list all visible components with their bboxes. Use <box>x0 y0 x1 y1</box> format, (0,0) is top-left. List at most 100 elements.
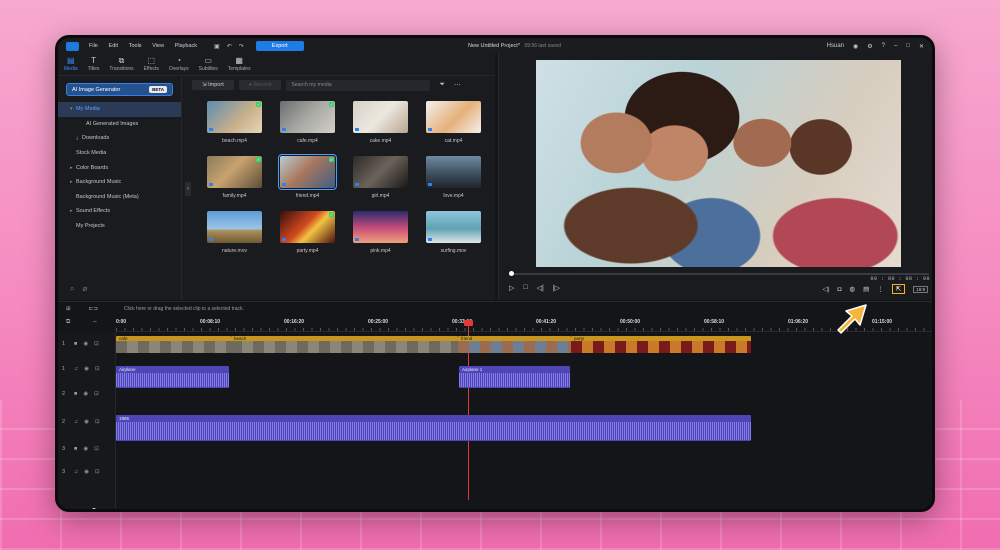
video-clip-party[interactable]: party <box>571 336 751 353</box>
menu-view[interactable]: View <box>152 43 164 49</box>
media-thumbnail[interactable]: ✓ <box>280 101 335 133</box>
media-item[interactable]: pink.mp4 <box>344 211 417 257</box>
track-manager-icon[interactable]: ⧉ <box>66 319 70 326</box>
video-track-icon[interactable]: ■ <box>74 391 77 397</box>
audio-track-icon[interactable]: ♫ <box>74 469 78 475</box>
media-item[interactable]: cake.mp4 <box>344 101 417 147</box>
preview-video-frame[interactable] <box>536 60 901 267</box>
tab-titles[interactable]: T Titles <box>88 56 100 75</box>
aspect-ratio-button[interactable]: 16:9 <box>913 285 928 293</box>
media-thumbnail[interactable]: ✓ <box>207 156 262 188</box>
video-clip-cafe[interactable]: cafe <box>116 336 231 353</box>
video-clip-friend[interactable]: friend <box>458 336 571 353</box>
redo-icon[interactable]: ↷ <box>239 43 244 50</box>
audio-clip-1985[interactable]: 1985 <box>116 415 751 441</box>
visibility-icon[interactable]: ◉ <box>83 391 88 397</box>
split-icon[interactable]: ⊏⊐ <box>89 306 98 312</box>
media-item[interactable]: cat.mp4 <box>417 101 490 147</box>
minimize-icon[interactable]: – <box>894 43 897 49</box>
preview-scrubber[interactable] <box>509 273 929 275</box>
ai-image-generator-button[interactable]: AI Image Generator BETA <box>66 83 173 96</box>
media-item[interactable]: girl.mp4 <box>344 156 417 202</box>
tab-media[interactable]: ▤ Media <box>64 56 78 75</box>
close-icon[interactable]: ✕ <box>919 43 924 50</box>
lock-icon[interactable]: ⊡ <box>95 366 100 372</box>
maximize-icon[interactable]: □ <box>906 43 910 49</box>
media-thumbnail[interactable] <box>353 101 408 133</box>
sidebar-item-downloads[interactable]: ⤓ Downloads <box>58 131 181 146</box>
stop-icon[interactable]: □ <box>523 284 527 292</box>
scrubber-handle[interactable] <box>509 271 514 276</box>
sidebar-item-background-music[interactable]: ▸ Background Music <box>58 175 181 190</box>
dock-icon[interactable]: ⋮ <box>877 285 884 293</box>
timeline-vertical-scrollbar[interactable] <box>932 344 935 464</box>
tab-transitions[interactable]: ⧉ Transitions <box>109 56 133 75</box>
link-icon[interactable]: ⌀ <box>82 284 87 294</box>
media-item[interactable]: ✓ beach.mp4 <box>198 101 271 147</box>
sidebar-item-ai-generated-images[interactable]: AI Generated Images <box>58 117 181 132</box>
menu-playback[interactable]: Playback <box>175 43 197 49</box>
timeline-zoom-slider[interactable] <box>64 509 114 511</box>
lock-icon[interactable]: ⊡ <box>94 446 99 452</box>
undock-preview-icon[interactable]: ⇱ <box>891 284 906 294</box>
tab-subtitles[interactable]: ▭ Subtitles <box>199 56 218 75</box>
filter-icon[interactable]: ⏷ <box>439 81 445 89</box>
import-button[interactable]: ⇲ Import <box>192 80 234 90</box>
visibility-icon[interactable]: ◉ <box>84 366 89 372</box>
media-thumbnail[interactable] <box>426 211 481 243</box>
quality-icon[interactable]: ◍ <box>849 285 855 293</box>
menu-edit[interactable]: Edit <box>109 43 118 49</box>
lock-icon[interactable]: ⊡ <box>94 341 99 347</box>
audio-clip-airplane[interactable]: Airplane <box>116 366 229 388</box>
previous-frame-icon[interactable]: ◁| <box>537 284 544 292</box>
audio-clip-airplane-1[interactable]: Airplane 1 <box>459 366 570 388</box>
tab-templates[interactable]: ▦ Templates <box>228 56 251 75</box>
tab-overlays[interactable]: ◔ Overlays <box>169 56 189 75</box>
media-thumbnail[interactable]: ✓ <box>207 101 262 133</box>
more-options-icon[interactable]: ⋯ <box>454 81 461 89</box>
lock-icon[interactable]: ⊡ <box>95 469 100 475</box>
volume-icon[interactable]: ◁) <box>822 285 829 293</box>
visibility-icon[interactable]: ◉ <box>83 341 88 347</box>
subtitle-toggle-icon[interactable]: ▤ <box>863 285 869 293</box>
account-icon[interactable]: ◉ <box>853 43 858 50</box>
timeline-horizontal-scrollbar[interactable] <box>118 509 878 511</box>
visibility-icon[interactable]: ◉ <box>83 446 88 452</box>
media-thumbnail[interactable]: ✓ <box>278 154 337 190</box>
media-thumbnail[interactable] <box>426 101 481 133</box>
media-thumbnail[interactable] <box>353 156 408 188</box>
lock-icon[interactable]: ⊡ <box>95 419 100 425</box>
sidebar-item-stock-media[interactable]: Stock Media <box>58 146 181 161</box>
visibility-icon[interactable]: ◉ <box>84 469 89 475</box>
timeline-ruler[interactable]: ⧉ ⇔ 0:00 00:08:10 00:16:20 00:25:00 00:33:10… <box>58 316 932 332</box>
media-thumbnail[interactable] <box>353 211 408 243</box>
sidebar-item-color-boards[interactable]: ▸ Color Boards <box>58 160 181 175</box>
media-item[interactable]: ✓ friend.mp4 <box>271 154 344 202</box>
sidebar-item-sound-effects[interactable]: ▸ Sound Effects <box>58 204 181 219</box>
zoom-slider-handle[interactable] <box>92 508 96 509</box>
produce-icon[interactable]: ▣ <box>214 43 220 50</box>
fit-timeline-icon[interactable]: ⇔ <box>92 319 98 325</box>
video-track-icon[interactable]: ■ <box>74 341 77 347</box>
media-item[interactable]: ✓ cafe.mp4 <box>271 101 344 147</box>
media-item[interactable]: nature.mov <box>198 211 271 257</box>
add-tag-icon[interactable]: ⌕ <box>70 284 74 294</box>
play-icon[interactable]: ▷ <box>509 284 514 292</box>
sidebar-item-my-media[interactable]: ▾ My Media <box>58 102 181 117</box>
media-thumbnail[interactable]: ✓ <box>280 211 335 243</box>
lock-icon[interactable]: ⊡ <box>94 391 99 397</box>
tab-effects[interactable]: ⬚ Effects <box>144 56 159 75</box>
media-thumbnail[interactable] <box>426 156 481 188</box>
media-item[interactable]: surfing.mov <box>417 211 490 257</box>
audio-track-icon[interactable]: ♫ <box>74 366 78 372</box>
record-button[interactable]: ● Record <box>238 80 282 90</box>
sidebar-item-background-music-meta[interactable]: Background Music (Meta) <box>58 190 181 205</box>
menu-tools[interactable]: Tools <box>129 43 142 49</box>
next-frame-icon[interactable]: |▷ <box>553 284 560 292</box>
visibility-icon[interactable]: ◉ <box>84 419 89 425</box>
media-item[interactable]: ✓ party.mp4 <box>271 211 344 257</box>
video-clip-beach[interactable]: beach <box>231 336 458 353</box>
menu-file[interactable]: File <box>89 43 98 49</box>
media-item[interactable]: love.mp4 <box>417 156 490 202</box>
settings-icon[interactable]: ⚙ <box>867 43 872 50</box>
